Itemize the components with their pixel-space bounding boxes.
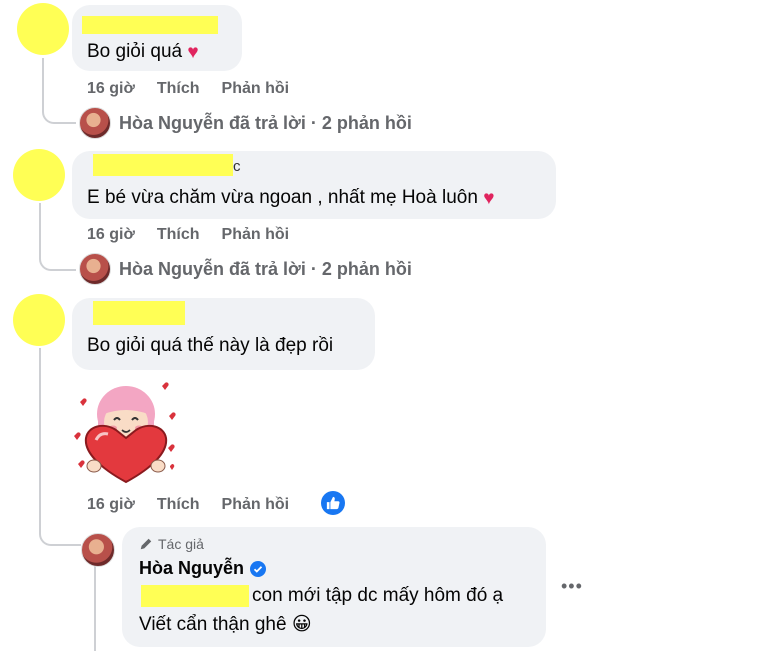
grin-emoji: 😀 bbox=[291, 614, 312, 635]
like-button[interactable]: Thích bbox=[157, 226, 200, 243]
commenter-avatar[interactable] bbox=[17, 3, 69, 55]
reply-button[interactable]: Phản hồi bbox=[222, 226, 290, 243]
view-replies-link[interactable]: Hòa Nguyễn đã trả lời · 2 phản hồi bbox=[79, 107, 412, 139]
verified-badge-icon bbox=[250, 560, 267, 577]
author-badge: Tác giả bbox=[139, 536, 204, 552]
pen-icon bbox=[140, 538, 152, 550]
commenter-avatar[interactable] bbox=[13, 294, 65, 346]
redacted-name bbox=[93, 154, 233, 176]
reply-text-line2: Viết cẩn thận ghê 😀 bbox=[139, 614, 312, 635]
reply-button[interactable]: Phản hồi bbox=[222, 80, 290, 97]
comment-actions: 16 giờ Thích Phản hồi bbox=[87, 80, 311, 98]
thread-line bbox=[94, 566, 96, 651]
avatar bbox=[79, 253, 111, 285]
replies-label: Hòa Nguyễn đã trả lời · 2 phản hồi bbox=[119, 258, 412, 279]
thread-line bbox=[39, 348, 41, 518]
redacted-name bbox=[82, 16, 218, 34]
redacted-mention bbox=[141, 585, 249, 607]
comment-text: Bo giỏi quá ♥ bbox=[87, 41, 199, 63]
comment-actions: 16 giờ Thích Phản hồi bbox=[87, 226, 311, 244]
commenter-avatar[interactable] bbox=[13, 149, 65, 201]
thread-connector bbox=[42, 82, 76, 124]
comment-text: E bé vừa chăm vừa ngoan , nhất mẹ Hoà lu… bbox=[87, 187, 495, 209]
heart-emoji-icon: ♥ bbox=[187, 42, 199, 63]
comment-time[interactable]: 16 giờ bbox=[87, 496, 135, 513]
like-button[interactable]: Thích bbox=[157, 496, 200, 513]
comment-time[interactable]: 16 giờ bbox=[87, 80, 135, 97]
thread-connector bbox=[39, 510, 81, 546]
author-name[interactable]: Hòa Nguyễn bbox=[139, 558, 267, 579]
reply-text-line1: con mới tập dc mấy hôm đó ạ bbox=[252, 585, 504, 606]
avatar bbox=[79, 107, 111, 139]
comment-actions: 16 giờ Thích Phản hồi bbox=[87, 496, 311, 514]
replies-label: Hòa Nguyễn đã trả lời · 2 phản hồi bbox=[119, 112, 412, 133]
girl-heart-sticker[interactable] bbox=[70, 378, 182, 486]
like-reaction-icon[interactable] bbox=[321, 491, 345, 515]
name-fragment: c bbox=[233, 158, 241, 175]
heart-emoji-icon: ♥ bbox=[483, 188, 495, 209]
view-replies-link[interactable]: Hòa Nguyễn đã trả lời · 2 phản hồi bbox=[79, 253, 412, 285]
comment-time[interactable]: 16 giờ bbox=[87, 226, 135, 243]
comment-text: Bo giỏi quá thế này là đẹp rồi bbox=[87, 335, 334, 356]
redacted-name bbox=[93, 301, 185, 325]
author-avatar[interactable] bbox=[81, 533, 115, 567]
thread-connector bbox=[39, 229, 76, 271]
reply-button[interactable]: Phản hồi bbox=[222, 496, 290, 513]
more-options-icon[interactable]: ••• bbox=[561, 576, 583, 597]
like-button[interactable]: Thích bbox=[157, 80, 200, 97]
